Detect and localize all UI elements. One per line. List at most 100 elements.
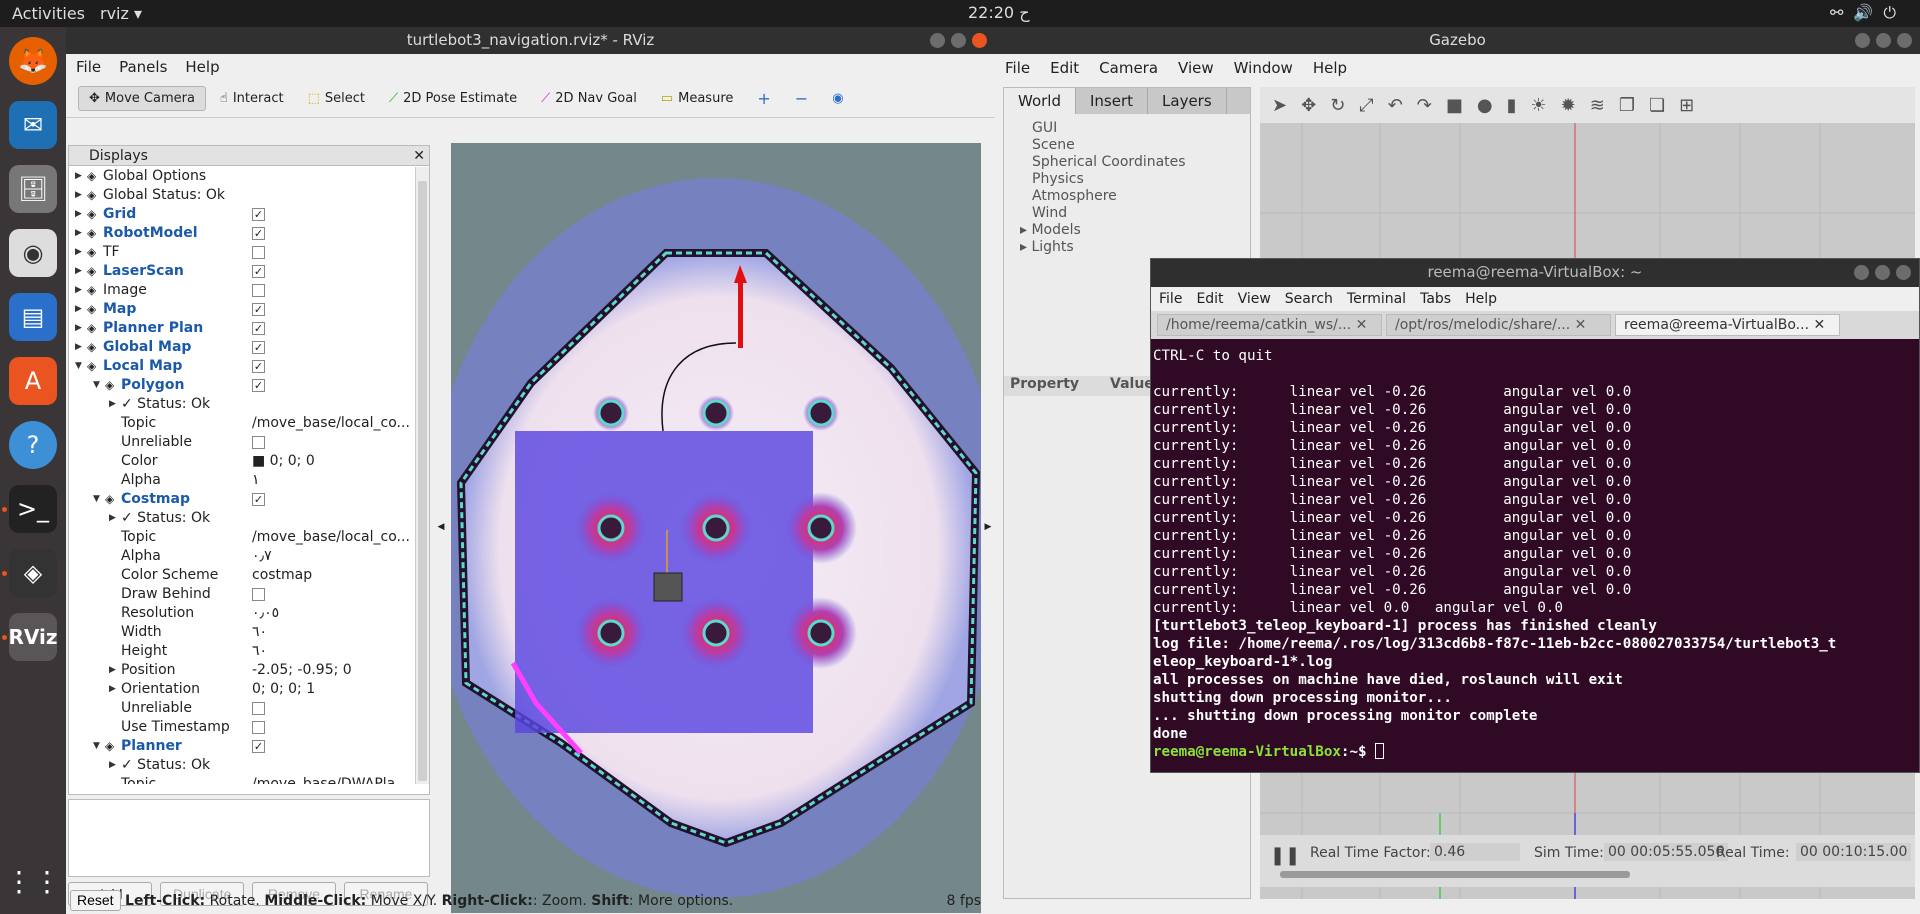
- menu-view[interactable]: View: [1238, 291, 1271, 307]
- tree-item-lights[interactable]: ▸ Lights: [1004, 239, 1250, 256]
- move-camera-tool[interactable]: ✥ Move Camera: [78, 86, 206, 111]
- tab-layers[interactable]: Layers: [1148, 88, 1227, 114]
- menu-edit[interactable]: Edit: [1050, 59, 1079, 77]
- redo-icon[interactable]: ↷: [1417, 95, 1432, 116]
- translate-icon[interactable]: ✥: [1301, 95, 1316, 116]
- enable-checkbox[interactable]: ✓: [252, 360, 265, 373]
- tab-world[interactable]: World: [1004, 88, 1076, 114]
- gazebo-titlebar[interactable]: Gazebo: [995, 27, 1920, 54]
- menu-help[interactable]: Help: [1313, 59, 1347, 77]
- enable-checkbox[interactable]: ✓: [252, 341, 265, 354]
- expand-arrow-icon[interactable]: ▶: [75, 205, 82, 224]
- expand-arrow-icon[interactable]: ▶: [109, 680, 116, 699]
- tree-item-physics[interactable]: Physics: [1004, 171, 1250, 188]
- gazebo-icon[interactable]: ◈: [9, 549, 57, 597]
- collapse-left-handle[interactable]: ◀: [436, 142, 446, 912]
- enable-checkbox[interactable]: [252, 588, 265, 601]
- tree-item-gui[interactable]: GUI: [1004, 120, 1250, 137]
- directional-light-icon[interactable]: ≋: [1590, 95, 1605, 116]
- expand-arrow-icon[interactable]: ▶: [75, 300, 82, 319]
- sphere-icon[interactable]: ●: [1477, 95, 1493, 116]
- collapse-right-handle[interactable]: ▶: [983, 142, 993, 912]
- enable-checkbox[interactable]: ✓: [252, 303, 265, 316]
- scrollbar[interactable]: [415, 167, 429, 784]
- maximize-icon[interactable]: [1875, 265, 1890, 280]
- property-value[interactable]: ٠٫٠٥: [252, 604, 279, 623]
- scale-icon[interactable]: ⤢: [1359, 95, 1373, 116]
- expand-arrow-icon[interactable]: ▶: [75, 167, 82, 186]
- enable-checkbox[interactable]: [252, 721, 265, 734]
- property-value[interactable]: /move_base/DWAPla...: [252, 775, 409, 784]
- software-icon[interactable]: A: [9, 357, 57, 405]
- menu-edit[interactable]: Edit: [1196, 291, 1223, 307]
- minimize-icon[interactable]: [930, 33, 945, 48]
- add-tool-button[interactable]: +: [747, 85, 780, 112]
- cylinder-icon[interactable]: ▮: [1507, 95, 1517, 116]
- terminal-tab-active[interactable]: reema@reema-VirtualBo... ✕: [1615, 314, 1840, 336]
- copy-icon[interactable]: ❐: [1619, 95, 1635, 116]
- menu-help[interactable]: Help: [185, 58, 219, 76]
- enable-checkbox[interactable]: [252, 436, 265, 449]
- expand-arrow-icon[interactable]: ▶: [75, 281, 82, 300]
- expand-arrow-icon[interactable]: ▶: [109, 395, 116, 414]
- terminal-tab[interactable]: /home/reema/catkin_ws/... ✕: [1157, 314, 1382, 336]
- minimize-icon[interactable]: [1854, 265, 1869, 280]
- maximize-icon[interactable]: [951, 33, 966, 48]
- remove-tool-button[interactable]: −: [785, 85, 818, 112]
- scrollbar-thumb[interactable]: [418, 181, 427, 781]
- enable-checkbox[interactable]: [252, 284, 265, 297]
- menu-window[interactable]: Window: [1234, 59, 1293, 77]
- property-value[interactable]: costmap: [252, 566, 312, 585]
- pose-estimate-tool[interactable]: ⟋ 2D Pose Estimate: [379, 87, 527, 110]
- rotate-icon[interactable]: ↻: [1330, 95, 1345, 116]
- measure-tool[interactable]: ▭ Measure: [651, 87, 744, 110]
- enable-checkbox[interactable]: [252, 246, 265, 259]
- help-icon[interactable]: ?: [9, 421, 57, 469]
- menu-search[interactable]: Search: [1285, 291, 1333, 307]
- writer-icon[interactable]: ▤: [9, 293, 57, 341]
- tab-insert[interactable]: Insert: [1076, 88, 1149, 114]
- paste-icon[interactable]: ❏: [1649, 95, 1665, 116]
- menu-help[interactable]: Help: [1465, 291, 1497, 307]
- tree-item-models[interactable]: ▸ Models: [1004, 222, 1250, 239]
- enable-checkbox[interactable]: ✓: [252, 740, 265, 753]
- property-value[interactable]: ١: [252, 471, 260, 490]
- property-value[interactable]: /move_base/local_co...: [252, 414, 410, 433]
- property-value[interactable]: ٠٫٧: [252, 547, 272, 566]
- terminal-tab[interactable]: /opt/ros/melodic/share/... ✕: [1386, 314, 1611, 336]
- property-value[interactable]: -2.05; -0.95; 0: [252, 661, 352, 680]
- clock[interactable]: 22:20 ح: [968, 3, 1030, 22]
- close-icon[interactable]: [1897, 33, 1912, 48]
- expand-arrow-icon[interactable]: ▶: [75, 243, 82, 262]
- enable-checkbox[interactable]: ✓: [252, 227, 265, 240]
- prompt-line[interactable]: reema@reema-VirtualBox:~$: [1153, 743, 1919, 761]
- close-icon[interactable]: ✕: [1575, 317, 1587, 333]
- thunderbird-icon[interactable]: ✉: [9, 101, 57, 149]
- menu-file[interactable]: File: [1005, 59, 1030, 77]
- menu-file[interactable]: File: [1159, 291, 1182, 307]
- tree-item-wind[interactable]: Wind: [1004, 205, 1250, 222]
- enable-checkbox[interactable]: ✓: [252, 265, 265, 278]
- close-icon[interactable]: [972, 33, 987, 48]
- maximize-icon[interactable]: [1876, 33, 1891, 48]
- undo-icon[interactable]: ↶: [1388, 95, 1403, 116]
- expand-arrow-icon[interactable]: ▼: [75, 357, 82, 376]
- tree-item-spherical-coordinates[interactable]: Spherical Coordinates: [1004, 154, 1250, 171]
- terminal-output[interactable]: CTRL-C to quit currently: linear vel -0.2…: [1151, 339, 1919, 761]
- enable-checkbox[interactable]: ✓: [252, 379, 265, 392]
- expand-arrow-icon[interactable]: ▼: [93, 737, 100, 756]
- tree-item-scene[interactable]: Scene: [1004, 137, 1250, 154]
- rviz-icon[interactable]: RViz: [8, 613, 58, 661]
- property-value[interactable]: /move_base/local_co...: [252, 528, 410, 547]
- pointer-icon[interactable]: ➤: [1272, 95, 1287, 116]
- nav-goal-tool[interactable]: ⟋ 2D Nav Goal: [531, 87, 647, 110]
- menu-panels[interactable]: Panels: [119, 58, 167, 76]
- select-tool[interactable]: ⬚ Select: [298, 87, 375, 110]
- rviz-titlebar[interactable]: turtlebot3_navigation.rviz* - RViz: [66, 27, 995, 54]
- menu-view[interactable]: View: [1178, 59, 1214, 77]
- property-value[interactable]: ٦٠: [252, 623, 267, 642]
- menu-terminal[interactable]: Terminal: [1347, 291, 1406, 307]
- close-icon[interactable]: ✕: [1814, 317, 1826, 333]
- align-icon[interactable]: ⊞: [1679, 95, 1694, 116]
- expand-arrow-icon[interactable]: ▼: [93, 490, 100, 509]
